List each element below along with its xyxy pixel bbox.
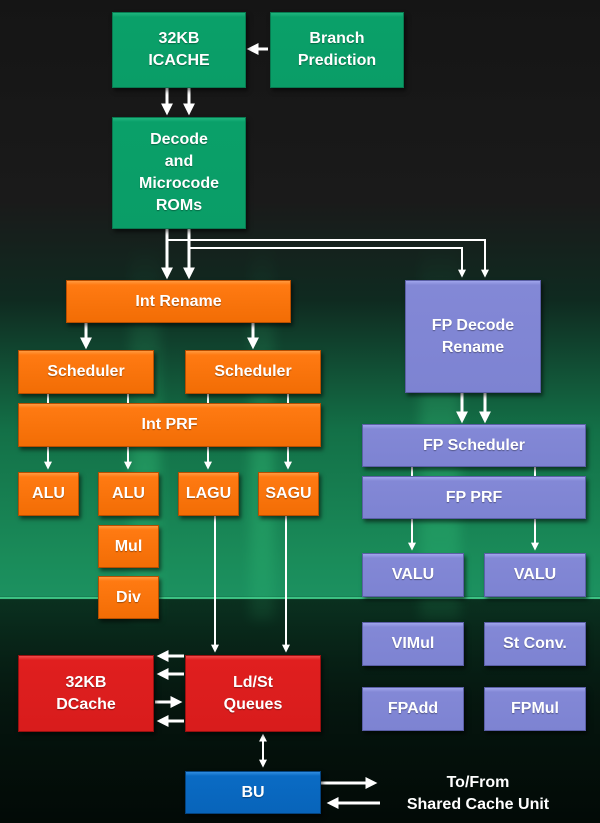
fpadd-block: FPAdd	[362, 687, 464, 731]
div-block: Div	[98, 576, 159, 619]
sagu-block: SAGU	[258, 472, 319, 516]
fp-decode-rename-block: FP Decode Rename	[405, 280, 541, 393]
st-conv-block: St Conv.	[484, 622, 586, 666]
scheduler-block: Scheduler	[18, 350, 154, 394]
int-rename-block: Int Rename	[66, 280, 291, 323]
shared-cache-unit-label: To/From Shared Cache Unit	[406, 774, 550, 813]
alu-block: ALU	[98, 472, 159, 516]
fpmul-block: FPMul	[484, 687, 586, 731]
valu-block: VALU	[362, 553, 464, 597]
valu-block: VALU	[484, 553, 586, 597]
lagu-block: LAGU	[178, 472, 239, 516]
icache-block: 32KB ICACHE	[112, 12, 246, 88]
int-prf-block: Int PRF	[18, 403, 321, 447]
vimul-block: VIMul	[362, 622, 464, 666]
arrow-decode-to-fp-decode	[189, 247, 466, 278]
fp-scheduler-block: FP Scheduler	[362, 424, 586, 467]
decode-block: Decode and Microcode ROMs	[112, 117, 246, 229]
fp-prf-block: FP PRF	[362, 476, 586, 519]
arrow-decode-to-fp-decode	[167, 239, 489, 278]
branch-prediction-block: Branch Prediction	[270, 12, 404, 88]
bu-block: BU	[185, 771, 321, 814]
alu-block: ALU	[18, 472, 79, 516]
scheduler-block: Scheduler	[185, 350, 321, 394]
dcache-block: 32KB DCache	[18, 655, 154, 732]
mul-block: Mul	[98, 525, 159, 568]
ldst-queues-block: Ld/St Queues	[185, 655, 321, 732]
